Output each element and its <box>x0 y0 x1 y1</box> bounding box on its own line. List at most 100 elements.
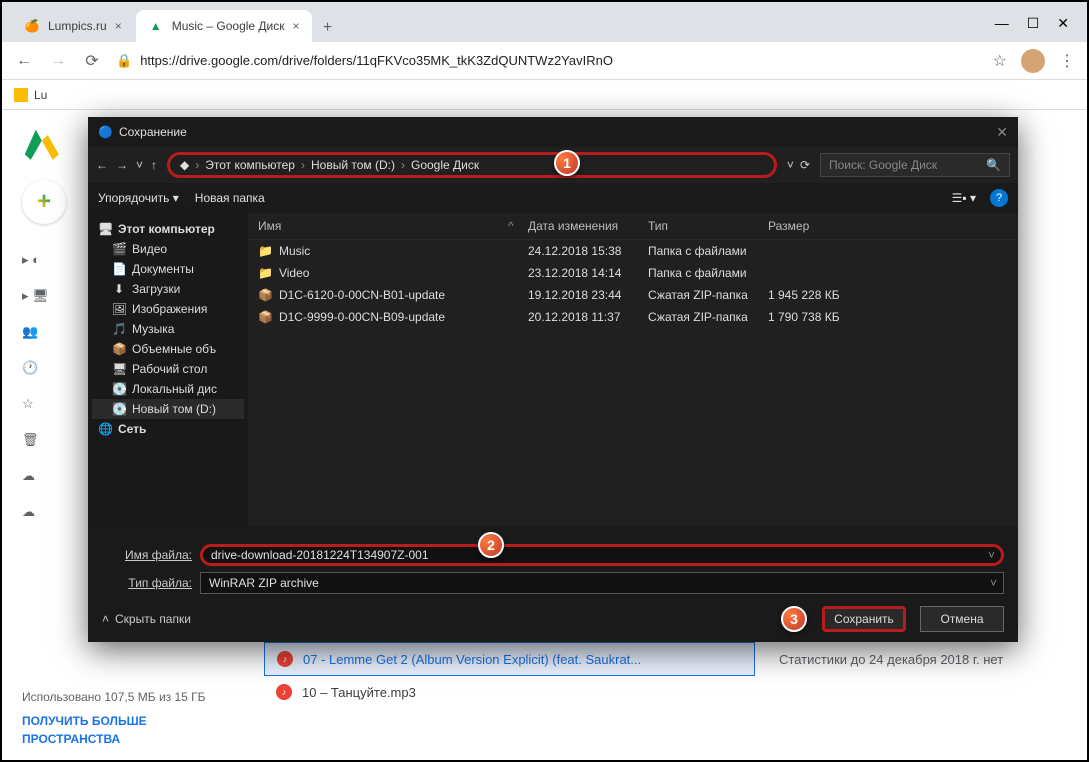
tree-icon: 📄 <box>112 262 126 276</box>
crumb[interactable]: Этот компьютер <box>205 158 295 172</box>
drive-favicon-icon: ▲ <box>148 18 164 34</box>
tree-item[interactable]: 🎬Видео <box>92 239 244 259</box>
tree-label: Локальный дис <box>132 382 217 396</box>
chevron-down-icon[interactable]: ˅ <box>988 548 995 562</box>
up-icon[interactable]: ↑ <box>151 158 157 172</box>
save-button[interactable]: Сохранить <box>822 606 906 632</box>
zip-icon: 📦 <box>258 310 273 324</box>
drive-file-row[interactable]: ♪ 10 – Танцуйте.mp3 <box>264 676 755 708</box>
crumb[interactable]: Google Диск <box>411 158 479 172</box>
search-icon: 🔍 <box>986 158 1001 172</box>
forward-icon[interactable]: → <box>48 52 68 70</box>
tree-item[interactable]: 📄Документы <box>92 259 244 279</box>
annotation-badge-3: 3 <box>781 606 807 632</box>
breadcrumb[interactable]: ◆ › Этот компьютер › Новый том (D:) › Go… <box>167 152 777 178</box>
file-type: Папка с файлами <box>648 266 768 280</box>
tree-item[interactable]: 🌐Сеть <box>92 419 244 439</box>
search-input[interactable]: Поиск: Google Диск 🔍 <box>820 153 1010 177</box>
tree-label: Этот компьютер <box>118 222 215 236</box>
file-type: Сжатая ZIP-папка <box>648 310 768 324</box>
chevron-down-icon[interactable]: ˅ <box>136 158 143 172</box>
avatar[interactable] <box>1021 49 1045 73</box>
cancel-button[interactable]: Отмена <box>920 606 1004 632</box>
new-folder-button[interactable]: Новая папка <box>195 191 265 205</box>
tree-icon: ⬇ <box>112 282 126 296</box>
folder-icon: 📁 <box>258 244 273 258</box>
save-dialog: 🔵 Сохранение ✕ ← → ˅ ↑ ◆ › Этот компьюте… <box>88 117 1018 642</box>
browser-tab[interactable]: 🍊 Lumpics.ru × <box>12 10 134 42</box>
tree-label: Рабочий стол <box>132 362 207 376</box>
drive-icon: ◆ <box>180 158 189 172</box>
tree-label: Музыка <box>132 322 174 336</box>
back-icon[interactable]: ← <box>96 158 108 172</box>
drive-file-row[interactable]: ♪ 07 - Lemme Get 2 (Album Version Explic… <box>264 642 755 676</box>
new-tab-button[interactable]: + <box>314 14 342 42</box>
file-row[interactable]: 📦D1C-6120-0-00CN-B01-update19.12.2018 23… <box>248 284 1018 306</box>
tree-icon: 🖥 <box>98 222 112 236</box>
file-row[interactable]: 📦D1C-9999-0-00CN-B09-update20.12.2018 11… <box>248 306 1018 328</box>
tab-title: Music – Google Диск <box>172 19 285 33</box>
browser-tab-active[interactable]: ▲ Music – Google Диск × <box>136 10 312 42</box>
bookmark-label[interactable]: Lu <box>34 88 47 102</box>
search-placeholder: Поиск: Google Диск <box>829 158 937 172</box>
col-name[interactable]: Имя <box>258 219 508 233</box>
tree-item[interactable]: 📦Объемные объ <box>92 339 244 359</box>
file-date: 19.12.2018 23:44 <box>528 288 648 302</box>
col-date[interactable]: Дата изменения <box>528 219 648 233</box>
file-row[interactable]: 📁Video23.12.2018 14:14Папка с файлами <box>248 262 1018 284</box>
tree-item[interactable]: ⬇Загрузки <box>92 279 244 299</box>
help-icon[interactable]: ? <box>990 189 1008 207</box>
sort-icon[interactable]: ^ <box>508 219 528 233</box>
refresh-icon[interactable]: ⟳ <box>800 158 810 172</box>
file-type: Сжатая ZIP-папка <box>648 288 768 302</box>
tree-item[interactable]: 🖥 Этот компьютер <box>92 219 244 239</box>
tree-icon: 💽 <box>112 382 126 396</box>
drive-new-button[interactable]: + <box>22 180 66 224</box>
view-icon[interactable]: ☰▪ ▾ <box>952 191 976 205</box>
storage-upgrade-link[interactable]: ПОЛУЧИТЬ БОЛЬШЕ ПРОСТРАНСТВА <box>22 712 232 748</box>
chevron-down-icon[interactable]: ˅ <box>990 576 997 590</box>
dialog-bottom: Имя файла: drive-download-20181224T13490… <box>88 526 1018 642</box>
chevron-down-icon[interactable]: ˅ <box>787 158 794 172</box>
filetype-select[interactable]: WinRAR ZIP archive ˅ <box>200 572 1004 594</box>
minimize-icon[interactable]: — <box>995 15 1009 32</box>
tree-label: Изображения <box>132 302 207 316</box>
dialog-titlebar: 🔵 Сохранение ✕ <box>88 117 1018 147</box>
filetype-label: Тип файла: <box>102 576 192 590</box>
tree-label: Объемные объ <box>132 342 216 356</box>
url-field[interactable]: 🔒 https://drive.google.com/drive/folders… <box>116 53 979 69</box>
file-date: 20.12.2018 11:37 <box>528 310 648 324</box>
tree-icon: 🎵 <box>112 322 126 336</box>
close-icon[interactable]: × <box>293 19 300 33</box>
zip-icon: 📦 <box>258 288 273 302</box>
forward-icon[interactable]: → <box>116 158 128 172</box>
col-type[interactable]: Тип <box>648 219 768 233</box>
star-icon[interactable]: ☆ <box>993 51 1007 71</box>
col-size[interactable]: Размер <box>768 219 868 233</box>
hide-folders-toggle[interactable]: ˄ Скрыть папки <box>102 612 191 626</box>
close-icon[interactable]: ✕ <box>996 124 1008 141</box>
tree-item[interactable]: 🖼Изображения <box>92 299 244 319</box>
close-icon[interactable]: × <box>115 19 122 33</box>
annotation-badge-2: 2 <box>478 532 504 558</box>
menu-icon[interactable]: ⋮ <box>1059 51 1075 71</box>
favicon-icon: 🍊 <box>24 18 40 34</box>
tree-item[interactable]: 💽 Локальный дис <box>92 379 244 399</box>
back-icon[interactable]: ← <box>14 52 34 70</box>
file-name: Video <box>279 266 309 280</box>
reload-icon[interactable]: ⟳ <box>82 51 102 71</box>
maximize-icon[interactable]: ☐ <box>1027 15 1040 32</box>
drive-logo-icon <box>22 122 62 162</box>
bookmark-icon <box>14 88 28 102</box>
tree-item[interactable]: 🖥Рабочий стол <box>92 359 244 379</box>
chevron-icon: ˄ <box>102 612 109 626</box>
browser-address-bar: ← → ⟳ 🔒 https://drive.google.com/drive/f… <box>2 42 1087 80</box>
crumb[interactable]: Новый том (D:) <box>311 158 395 172</box>
tree-item[interactable]: 💽Новый том (D:) <box>92 399 244 419</box>
dialog-toolbar: Упорядочить ▾ Новая папка ☰▪ ▾ ? <box>88 183 1018 213</box>
file-row[interactable]: 📁Music24.12.2018 15:38Папка с файлами <box>248 240 1018 262</box>
organize-button[interactable]: Упорядочить ▾ <box>98 191 179 205</box>
tree-item[interactable]: 🎵 Музыка <box>92 319 244 339</box>
close-icon[interactable]: ✕ <box>1057 15 1069 32</box>
filename-input[interactable]: drive-download-20181224T134907Z-001 ˅ <box>200 544 1004 566</box>
